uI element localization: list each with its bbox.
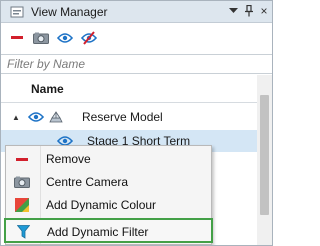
menu-item-remove[interactable]: Remove bbox=[6, 148, 211, 170]
menu-item-label: Add Dynamic Filter bbox=[47, 225, 149, 239]
menu-item-centre-camera[interactable]: Centre Camera bbox=[6, 171, 211, 193]
title-bar: View Manager × bbox=[1, 1, 272, 23]
scrollbar-thumb[interactable] bbox=[260, 95, 269, 215]
view-manager-panel: View Manager × Filter by Name Name ▲ Res… bbox=[0, 0, 273, 246]
model-icon bbox=[49, 111, 63, 123]
tree-item-label: Reserve Model bbox=[82, 110, 163, 124]
toolbar bbox=[1, 24, 272, 52]
remove-button[interactable] bbox=[8, 29, 26, 47]
context-menu: Remove Centre Camera Add Dynamic Colour … bbox=[4, 145, 213, 245]
column-header-name[interactable]: Name bbox=[1, 75, 257, 103]
minus-icon bbox=[14, 152, 30, 166]
chevron-down-icon[interactable] bbox=[226, 4, 240, 18]
filter-input[interactable] bbox=[7, 57, 257, 71]
minus-icon bbox=[11, 36, 23, 39]
filter-box bbox=[1, 54, 272, 74]
menu-item-add-dynamic-filter[interactable]: Add Dynamic Filter bbox=[4, 218, 213, 243]
filter-icon bbox=[15, 225, 31, 239]
window-title: View Manager bbox=[31, 4, 108, 19]
eye-slash-icon bbox=[81, 31, 97, 45]
menu-item-label: Add Dynamic Colour bbox=[46, 198, 157, 212]
tree-row-reserve-model[interactable]: ▲ Reserve Model bbox=[1, 106, 257, 128]
menu-item-label: Remove bbox=[46, 152, 91, 166]
eye-icon bbox=[57, 33, 73, 43]
pin-icon[interactable] bbox=[242, 4, 256, 18]
camera-icon bbox=[14, 175, 30, 189]
centre-camera-button[interactable] bbox=[32, 29, 50, 47]
camera-icon bbox=[33, 32, 49, 44]
expander-icon[interactable]: ▲ bbox=[12, 113, 20, 122]
close-button[interactable]: × bbox=[257, 4, 271, 18]
hide-button[interactable] bbox=[80, 29, 98, 47]
colour-swatch-icon bbox=[14, 198, 30, 212]
menu-item-label: Centre Camera bbox=[46, 175, 129, 189]
vertical-scrollbar[interactable] bbox=[257, 75, 272, 245]
menu-item-add-dynamic-colour[interactable]: Add Dynamic Colour bbox=[6, 194, 211, 216]
show-button[interactable] bbox=[56, 29, 74, 47]
view-manager-icon bbox=[10, 6, 24, 17]
eye-icon[interactable] bbox=[28, 111, 44, 123]
